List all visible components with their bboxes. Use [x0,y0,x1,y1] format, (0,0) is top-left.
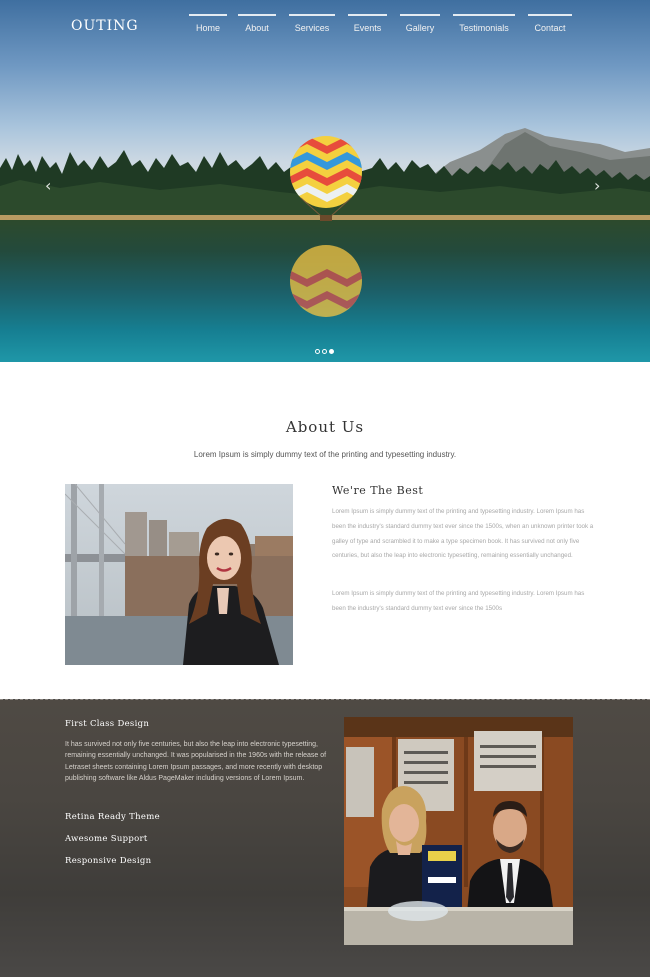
slider-dot[interactable] [322,349,327,354]
about-section-subtitle: Lorem Ipsum is simply dummy text of the … [193,450,457,459]
about-section-title: About Us [285,418,365,436]
nav-item-home[interactable]: Home [189,14,227,38]
feature-item-retina: Retina Ready Theme [65,812,160,822]
slider-pagination [315,341,336,354]
nav-item-about[interactable]: About [238,14,276,38]
balloon-reflection [290,245,362,317]
chevron-right-icon[interactable]: › [594,176,600,195]
best-heading: We're The Best [332,484,424,497]
nav-item-events[interactable]: Events [348,14,387,38]
nav-item-gallery[interactable]: Gallery [400,14,440,38]
nav-item-contact[interactable]: Contact [528,14,572,38]
slider-dot-active[interactable] [329,349,334,354]
hotel-reception-image [344,717,573,945]
nav-item-testimonials[interactable]: Testimonials [453,14,515,38]
features-title: First Class Design [65,719,150,729]
hero-slider: OUTING Home About Services Events Galler… [0,0,650,362]
site-logo[interactable]: OUTING [71,18,139,34]
feature-item-responsive: Responsive Design [65,856,152,866]
feature-item-support: Awesome Support [65,834,148,844]
about-paragraph: Lorem Ipsum is simply dummy text of the … [332,508,594,560]
nav-item-services[interactable]: Services [289,14,335,38]
chevron-left-icon[interactable]: ‹ [45,176,51,195]
slider-dot[interactable] [315,349,320,354]
about-paragraph: Lorem Ipsum is simply dummy text of the … [332,590,585,612]
hot-air-balloon-image [290,136,362,221]
features-paragraph: It has survived not only five centuries,… [65,741,327,782]
top-navbar: OUTING Home About Services Events Galler… [0,0,650,48]
woman-portrait-image [65,484,293,665]
